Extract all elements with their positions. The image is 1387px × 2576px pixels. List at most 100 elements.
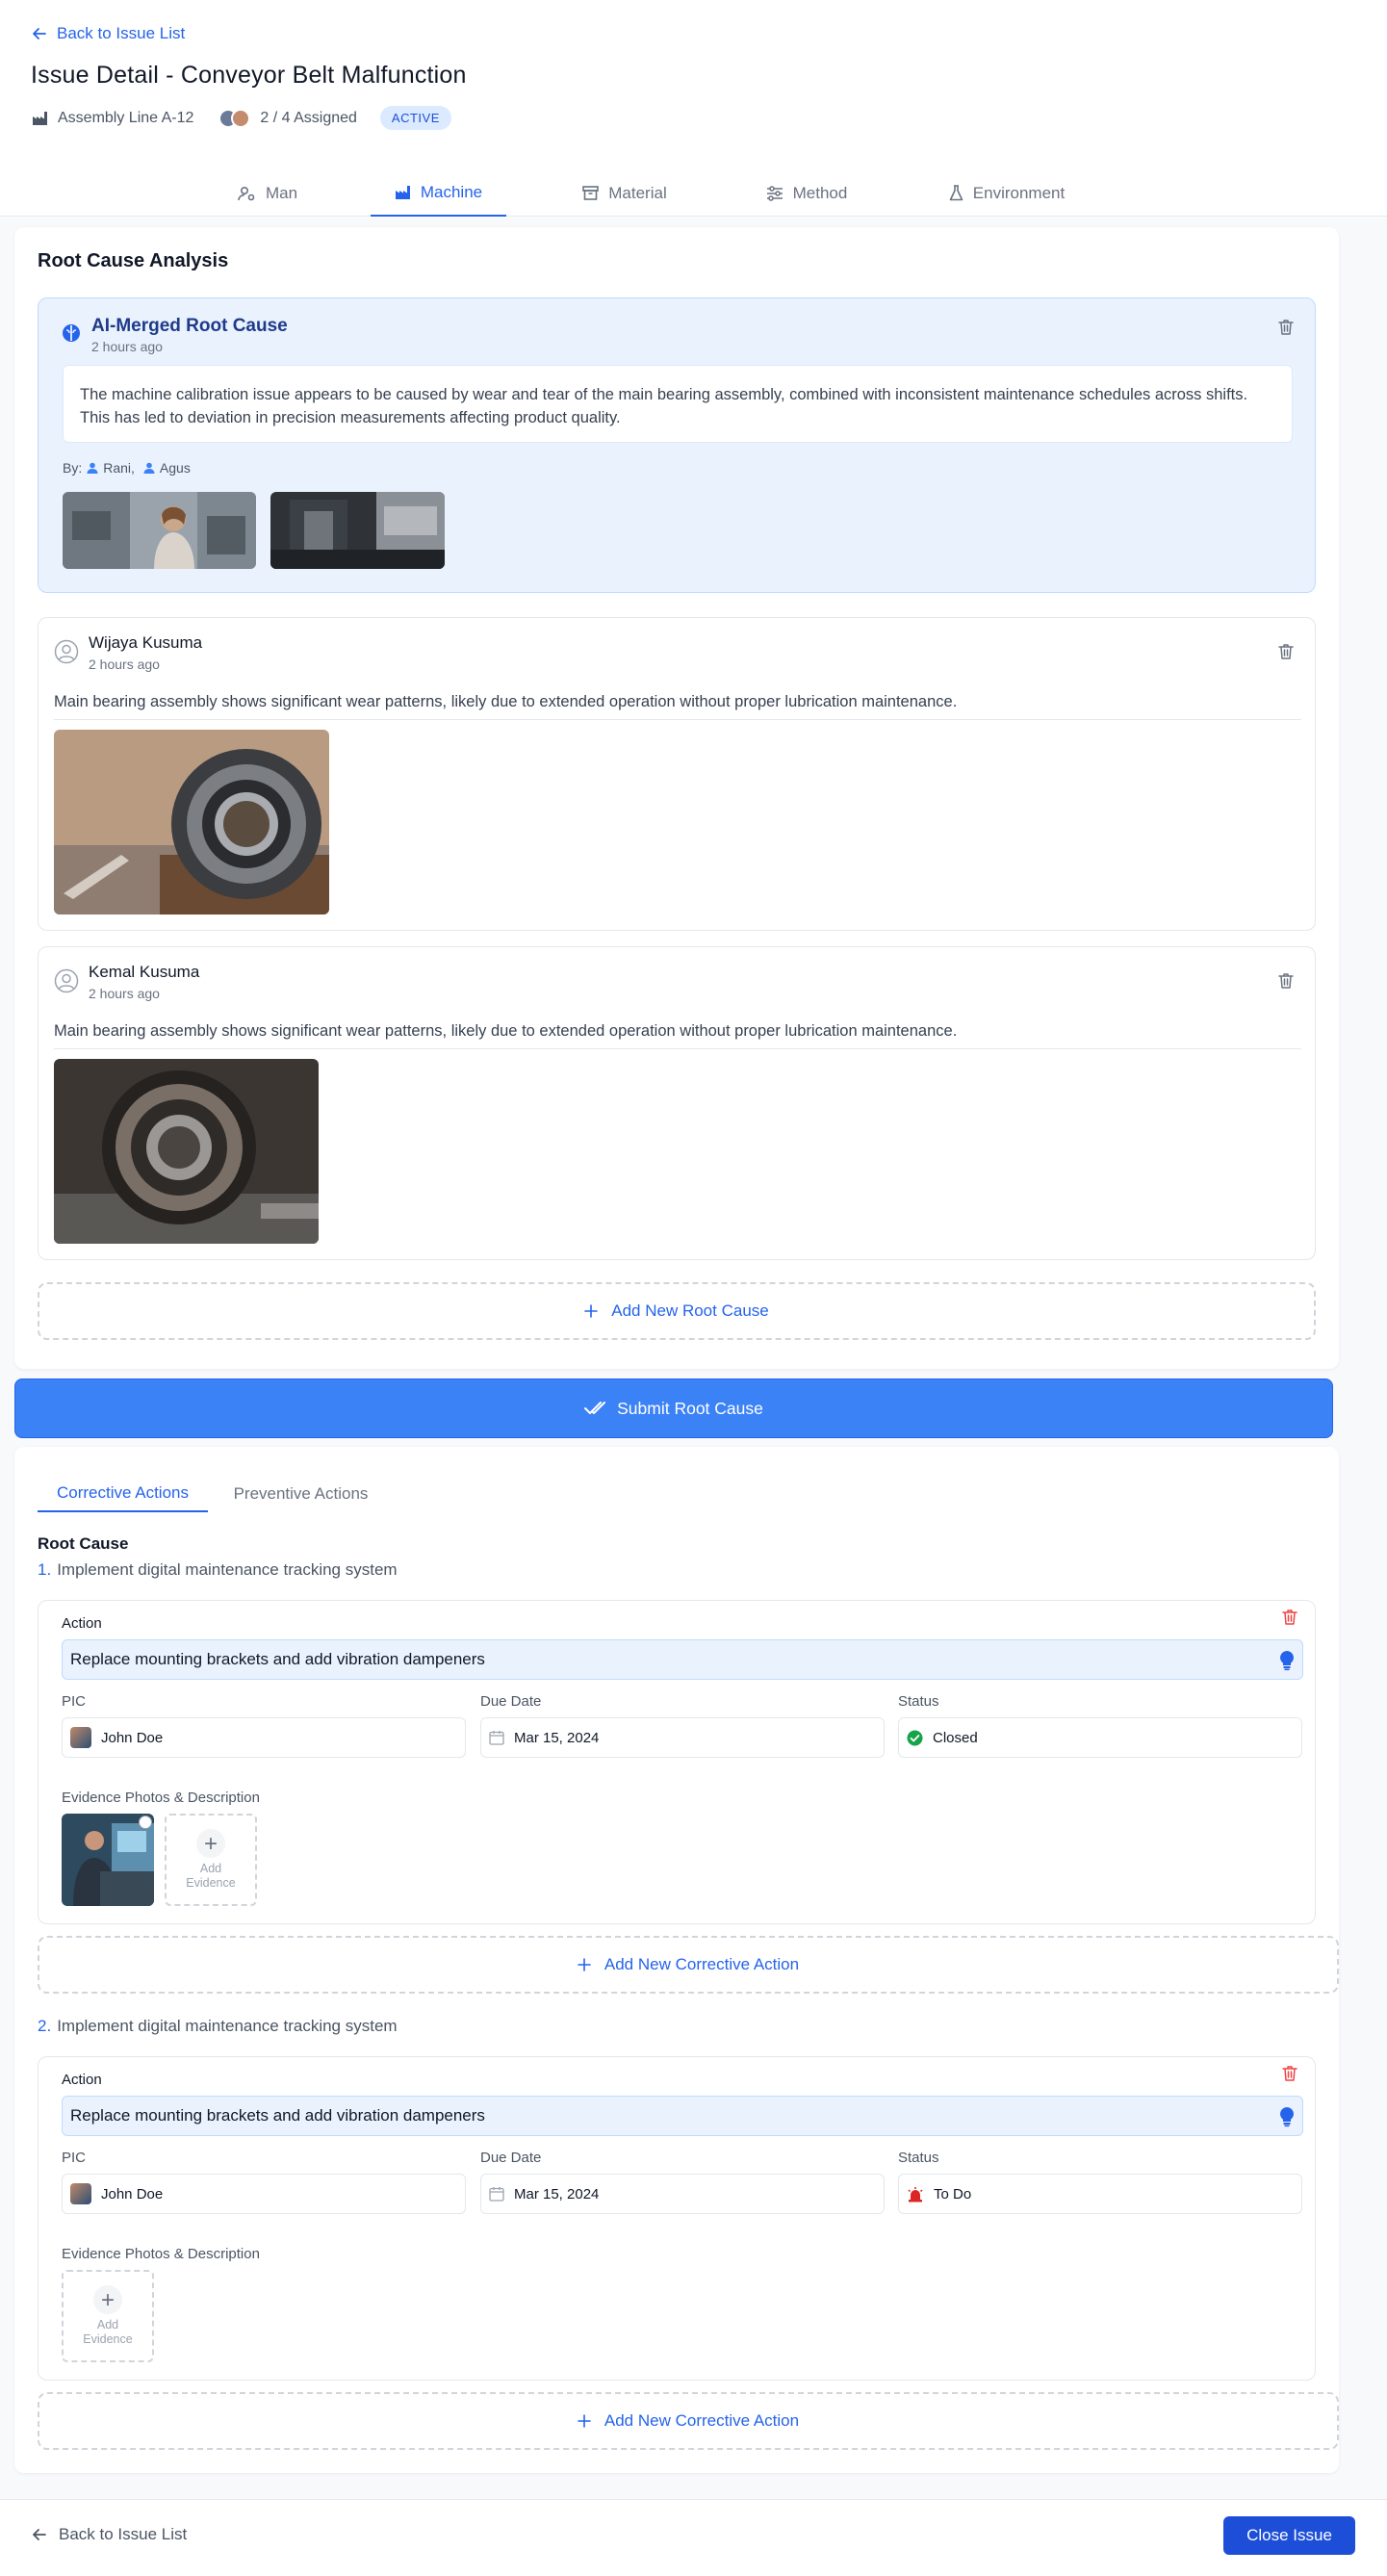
- contributor-name: Rani,: [103, 460, 135, 476]
- trash-icon[interactable]: [1280, 1608, 1299, 1627]
- action-input[interactable]: Replace mounting brackets and add vibrat…: [62, 1639, 1303, 1680]
- trash-icon[interactable]: [1276, 642, 1296, 661]
- user-circle-icon: [54, 968, 79, 993]
- back-to-list-link[interactable]: Back to Issue List: [32, 24, 185, 43]
- pic-label: PIC: [62, 1693, 87, 1710]
- add-evidence-label: Add Evidence: [83, 2318, 133, 2346]
- factory-icon: [395, 186, 410, 199]
- assignee-avatars[interactable]: [218, 108, 251, 128]
- due-date-label: Due Date: [480, 2150, 542, 2166]
- back-link-label: Back to Issue List: [57, 24, 186, 42]
- plus-icon: +: [93, 2285, 122, 2314]
- pic-label: PIC: [62, 2150, 87, 2166]
- due-date-field[interactable]: Mar 15, 2024: [480, 2174, 885, 2214]
- assigned-count: 2 / 4 Assigned: [260, 109, 357, 126]
- root-cause-label: Implement digital maintenance tracking s…: [57, 1560, 398, 1579]
- add-evidence-button[interactable]: + Add Evidence: [62, 2270, 154, 2362]
- arrow-left-icon: [33, 2529, 46, 2540]
- status-select[interactable]: To Do: [898, 2174, 1302, 2214]
- pic-value: John Doe: [101, 2185, 164, 2202]
- tab-label: Man: [265, 183, 298, 202]
- brain-icon: [63, 324, 80, 342]
- status-label: Status: [898, 1693, 939, 1710]
- footer-back-label: Back to Issue List: [59, 2525, 188, 2543]
- evidence-photo[interactable]: [270, 492, 445, 569]
- action-input[interactable]: Replace mounting brackets and add vibrat…: [62, 2096, 1303, 2136]
- close-issue-button[interactable]: Close Issue: [1223, 2516, 1355, 2555]
- add-evidence-label: Add Evidence: [186, 1862, 236, 1890]
- tab-machine[interactable]: Machine: [371, 169, 506, 217]
- category-tabs: Man Machine Material Method Environment: [0, 169, 1387, 217]
- lightbulb-icon[interactable]: [1279, 2106, 1295, 2127]
- root-cause-line: 1. Implement digital maintenance tracking…: [38, 1560, 398, 1580]
- tab-environment[interactable]: Environment: [945, 169, 1068, 217]
- add-evidence-button[interactable]: + Add Evidence: [165, 1814, 257, 1906]
- check-circle-icon: [907, 1730, 923, 1745]
- trash-icon[interactable]: [1276, 318, 1296, 337]
- tab-label: Environment: [972, 183, 1066, 202]
- add-corrective-action-label: Add New Corrective Action: [604, 2411, 800, 2430]
- corrective-action-card: Action Replace mounting brackets and add…: [38, 1600, 1316, 1924]
- avatar: [231, 108, 251, 128]
- action-label: Action: [62, 1615, 102, 1632]
- evidence-label: Evidence Photos & Description: [62, 1790, 260, 1806]
- action-value: Replace mounting brackets and add vibrat…: [70, 1650, 485, 1668]
- contributors-line: By: Rani, Agus: [63, 460, 191, 476]
- evidence-photo[interactable]: [62, 1814, 154, 1906]
- user-circle-icon: [54, 639, 79, 664]
- avatar: [70, 2183, 91, 2204]
- by-label: By:: [63, 460, 83, 476]
- remove-photo-icon[interactable]: [139, 1816, 152, 1829]
- root-cause-number: 1.: [38, 1560, 52, 1579]
- timestamp: 2 hours ago: [89, 986, 160, 1001]
- root-cause-line: 2. Implement digital maintenance tracking…: [38, 2017, 398, 2036]
- arrow-left-icon: [33, 28, 46, 39]
- bearing-photo[interactable]: [54, 1059, 319, 1244]
- bearing-photo[interactable]: [54, 730, 329, 914]
- root-cause-number: 2.: [38, 2017, 52, 2035]
- location-label: Assembly Line A-12: [58, 109, 194, 126]
- add-corrective-action-label: Add New Corrective Action: [604, 1955, 800, 1973]
- status-select[interactable]: Closed: [898, 1717, 1302, 1758]
- calendar-icon: [489, 1731, 504, 1745]
- timestamp: 2 hours ago: [89, 657, 160, 672]
- tab-label: Method: [792, 183, 848, 202]
- tab-corrective-actions[interactable]: Corrective Actions: [38, 1476, 208, 1512]
- page-footer: Back to Issue List Close Issue: [0, 2499, 1387, 2576]
- pic-select[interactable]: John Doe: [62, 2174, 466, 2214]
- add-root-cause-button[interactable]: Add New Root Cause: [38, 1282, 1316, 1340]
- tab-method[interactable]: Method: [763, 169, 850, 217]
- corrective-action-card: Action Replace mounting brackets and add…: [38, 2056, 1316, 2381]
- page-title: Issue Detail - Conveyor Belt Malfunction: [31, 62, 467, 89]
- tab-preventive-actions[interactable]: Preventive Actions: [221, 1476, 380, 1512]
- pic-select[interactable]: John Doe: [62, 1717, 466, 1758]
- evidence-photo[interactable]: [63, 492, 256, 569]
- submit-root-cause-button[interactable]: Submit Root Cause: [14, 1378, 1333, 1438]
- trash-icon[interactable]: [1276, 971, 1296, 991]
- evidence-label: Evidence Photos & Description: [62, 2246, 260, 2262]
- footer-back-button[interactable]: Back to Issue List: [32, 2525, 187, 2544]
- tab-material[interactable]: Material: [580, 169, 669, 217]
- tab-man[interactable]: Man: [234, 169, 301, 217]
- add-corrective-action-button[interactable]: Add New Corrective Action: [38, 2392, 1339, 2450]
- root-cause-text: Main bearing assembly shows significant …: [54, 693, 1301, 720]
- status-badge: ACTIVE: [379, 106, 451, 130]
- ai-merged-root-cause: AI-Merged Root Cause 2 hours ago The mac…: [38, 297, 1316, 593]
- root-cause-label: Implement digital maintenance tracking s…: [57, 2017, 398, 2035]
- plus-icon: [578, 2414, 591, 2428]
- ai-root-cause-title: AI-Merged Root Cause: [91, 316, 288, 336]
- due-date-value: Mar 15, 2024: [514, 1729, 600, 1746]
- archive-icon: [582, 186, 600, 200]
- trash-icon[interactable]: [1280, 2064, 1299, 2083]
- due-date-field[interactable]: Mar 15, 2024: [480, 1717, 885, 1758]
- timestamp: 2 hours ago: [91, 339, 163, 354]
- root-cause-text: Main bearing assembly shows significant …: [54, 1022, 1301, 1049]
- status-value: To Do: [934, 2185, 972, 2202]
- pic-value: John Doe: [101, 1729, 164, 1746]
- lightbulb-icon[interactable]: [1279, 1650, 1295, 1671]
- action-label: Action: [62, 2072, 102, 2088]
- add-corrective-action-button[interactable]: Add New Corrective Action: [38, 1936, 1339, 1994]
- root-cause-heading: Root Cause: [38, 1534, 129, 1553]
- plus-icon: [584, 1304, 599, 1318]
- due-date-label: Due Date: [480, 1693, 542, 1710]
